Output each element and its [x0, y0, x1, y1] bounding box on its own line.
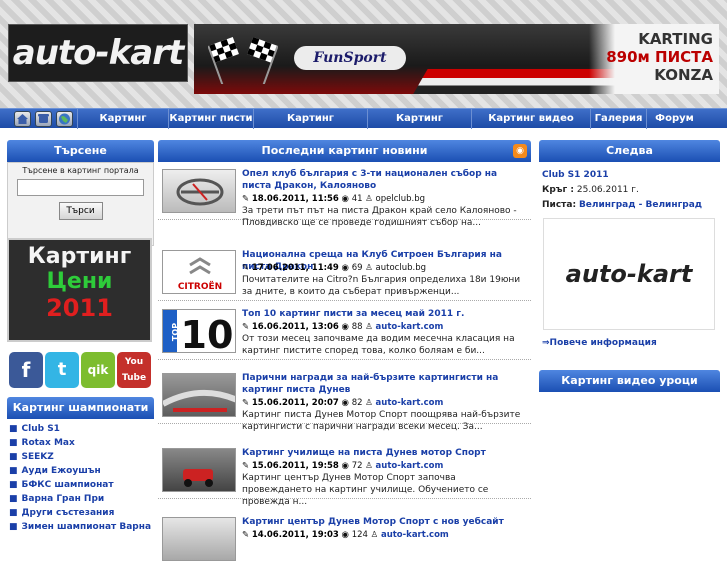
championship-item[interactable]: ■ Зимен шампионат Варна — [7, 520, 154, 534]
site-logo[interactable]: auto-kart — [8, 24, 188, 82]
karting-prices-banner[interactable]: Картинг Цени 2011 — [7, 238, 152, 342]
nav-karting-video-lessons[interactable]: Картинг видео уроци — [471, 109, 590, 143]
home-icon[interactable] — [14, 111, 31, 127]
news-thumbnail[interactable]: CITROËN — [162, 250, 236, 294]
nav-karting-tracks[interactable]: Картинг писти — [168, 109, 253, 129]
news-header: Последни картинг новини ◉ — [158, 140, 531, 162]
search-input[interactable] — [17, 179, 144, 196]
svg-text:CITROËN: CITROËN — [178, 281, 222, 292]
championship-item[interactable]: ■ SEEKZ — [7, 450, 154, 464]
search-title: Търсене — [7, 140, 154, 162]
search-button[interactable]: Търси — [58, 202, 103, 220]
youtube-icon[interactable]: You Tube — [117, 352, 151, 388]
nav-karting-championships[interactable]: Картинг шампионати — [253, 109, 367, 143]
right-column: Следва Club S1 2011 Кръг : 25.06.2011 г.… — [539, 140, 720, 392]
news-excerpt: Почитателите на Citro?n България определ… — [242, 275, 521, 297]
qik-icon[interactable]: qik — [81, 352, 115, 388]
nav-karting-calendar[interactable]: Картинг календар — [367, 109, 471, 143]
karting-konza-ad[interactable]: KARTING 890м ПИСТА KONZA — [589, 24, 719, 94]
news-thumbnail[interactable]: TOP 10 — [162, 309, 236, 353]
search-caption: Търсене в картинг портала — [22, 166, 139, 175]
ad-line-1: KARTING — [638, 30, 713, 48]
news-title-link[interactable]: Картинг училище на писта Дунев мотор Спо… — [242, 447, 527, 459]
news-meta: ✎ 18.06.2011, 11:56 ◉ 41 ♙ opelclub.bg — [242, 194, 426, 204]
nav-forum[interactable]: Форум — [646, 109, 702, 129]
more-info-link[interactable]: ⇒Повече информация — [542, 338, 657, 348]
news-meta: ✎ 14.06.2011, 19:03 ◉ 124 ♙ auto-kart.co… — [242, 530, 449, 540]
center-column: Последни картинг новини ◉ Опел клуб бълг… — [158, 140, 531, 561]
funsport-logo: FunSport — [294, 46, 406, 70]
news-meta: ✎ 15.06.2011, 19:58 ◉ 72 ♙ auto-kart.com — [242, 461, 444, 471]
news-meta: ✎ 17.06.2011, 11:49 ◉ 69 ♙ autoclub.bg — [242, 263, 426, 273]
news-meta: ✎ 16.06.2011, 13:06 ◉ 88 ♙ auto-kart.com — [242, 322, 444, 332]
video-lessons-title: Картинг видео уроци — [539, 370, 720, 392]
championship-item[interactable]: ■ БФКС шампионат — [7, 478, 154, 492]
main-nav: Картинг новини Картинг писти Картинг шам… — [0, 108, 727, 143]
news-excerpt: От този месец започваме да водим месечна… — [242, 334, 515, 356]
news-thumbnail[interactable] — [162, 448, 236, 492]
ad-line-3: KONZA — [654, 66, 713, 84]
news-thumbnail[interactable] — [162, 169, 236, 213]
news-title-link[interactable]: Опел клуб българия с 3-ти национален съб… — [242, 168, 527, 192]
left-column: Търсене Търсене в картинг портала Търси … — [7, 140, 154, 532]
next-event-info: Club S1 2011 Кръг : 25.06.2011 г. Писта:… — [539, 162, 720, 213]
championship-item[interactable]: ■ Club S1 — [7, 422, 154, 436]
facebook-icon[interactable]: f — [9, 352, 43, 388]
championship-item[interactable]: ■ Варна Гран При — [7, 492, 154, 506]
championship-item[interactable]: ■ Rotax Max — [7, 436, 154, 450]
next-event-round: Кръг : 25.06.2011 г. — [542, 185, 639, 195]
news-item: Опел клуб българия с 3-ти национален съб… — [158, 164, 531, 228]
search-box: Търсене в картинг портала Търси — [7, 162, 154, 246]
prices-line-2: Цени — [46, 269, 113, 294]
social-links: f t qik You Tube — [7, 352, 154, 390]
championship-item[interactable]: ■ Други състезания — [7, 506, 154, 520]
news-item: Картинг център Дунев Мотор Спорт с нов у… — [158, 512, 531, 568]
svg-text:TOP: TOP — [171, 323, 180, 341]
globe-icon[interactable] — [56, 111, 73, 127]
news-item: TOP 10 Топ 10 картинг писти за месец май … — [158, 304, 531, 360]
news-item: Картинг училище на писта Дунев мотор Спо… — [158, 443, 531, 507]
news-item: CITROËN Национална среща на Клуб Ситроен… — [158, 245, 531, 301]
rss-icon[interactable]: ◉ — [513, 144, 527, 158]
news-excerpt: За трети път път на писта Дракон край се… — [242, 206, 517, 228]
prices-line-1: Картинг — [27, 244, 132, 269]
page: auto-kart FunSport KARTING 890м ПИСТА KO… — [0, 0, 727, 561]
phone-icon[interactable] — [35, 111, 52, 127]
news-title-link[interactable]: Топ 10 картинг писти за месец май 2011 г… — [242, 308, 527, 320]
news-meta: ✎ 15.06.2011, 20:07 ◉ 82 ♙ auto-kart.com — [242, 398, 444, 408]
news-title-link[interactable]: Парични награди за най-бързите картингис… — [242, 372, 527, 396]
logo-text: auto-kart — [12, 33, 184, 73]
prices-line-3: 2011 — [46, 294, 113, 322]
next-event-logo: auto-kart — [543, 218, 715, 330]
header-banner[interactable]: FunSport KARTING 890м ПИСТА KONZA — [194, 24, 719, 94]
checkered-flags-icon — [208, 37, 278, 84]
news-title: Последни картинг новини — [261, 144, 428, 157]
championships-title: Картинг шампионати — [7, 397, 154, 419]
header: auto-kart FunSport KARTING 890м ПИСТА KO… — [0, 0, 727, 108]
nav-karting-news[interactable]: Картинг новини — [77, 109, 168, 143]
nav-gallery[interactable]: Галерия — [590, 109, 646, 129]
news-thumbnail[interactable] — [162, 517, 236, 561]
ad-line-2: 890м ПИСТА — [606, 48, 713, 66]
championships-list: ■ Club S1 ■ Rotax Max ■ SEEKZ ■ Ауди Ежоушън… — [7, 422, 154, 534]
news-item: Парични награди за най-бързите картингис… — [158, 368, 531, 432]
next-event-title: Следва — [539, 140, 720, 162]
news-excerpt: Картинг център Дунев Мотор Спорт започва… — [242, 473, 489, 507]
championship-item[interactable]: ■ Ауди Ежоушън — [7, 464, 154, 478]
next-event-name[interactable]: Club S1 2011 — [542, 168, 717, 183]
news-thumbnail[interactable] — [162, 373, 236, 417]
next-event-track: Писта: Велинград - Велинград — [542, 200, 703, 210]
news-title-link[interactable]: Картинг център Дунев Мотор Спорт с нов у… — [242, 516, 527, 528]
twitter-icon[interactable]: t — [45, 352, 79, 388]
svg-text:10: 10 — [181, 313, 234, 353]
news-excerpt: Картинг писта Дунев Мотор Спорт поощрява… — [242, 410, 521, 432]
